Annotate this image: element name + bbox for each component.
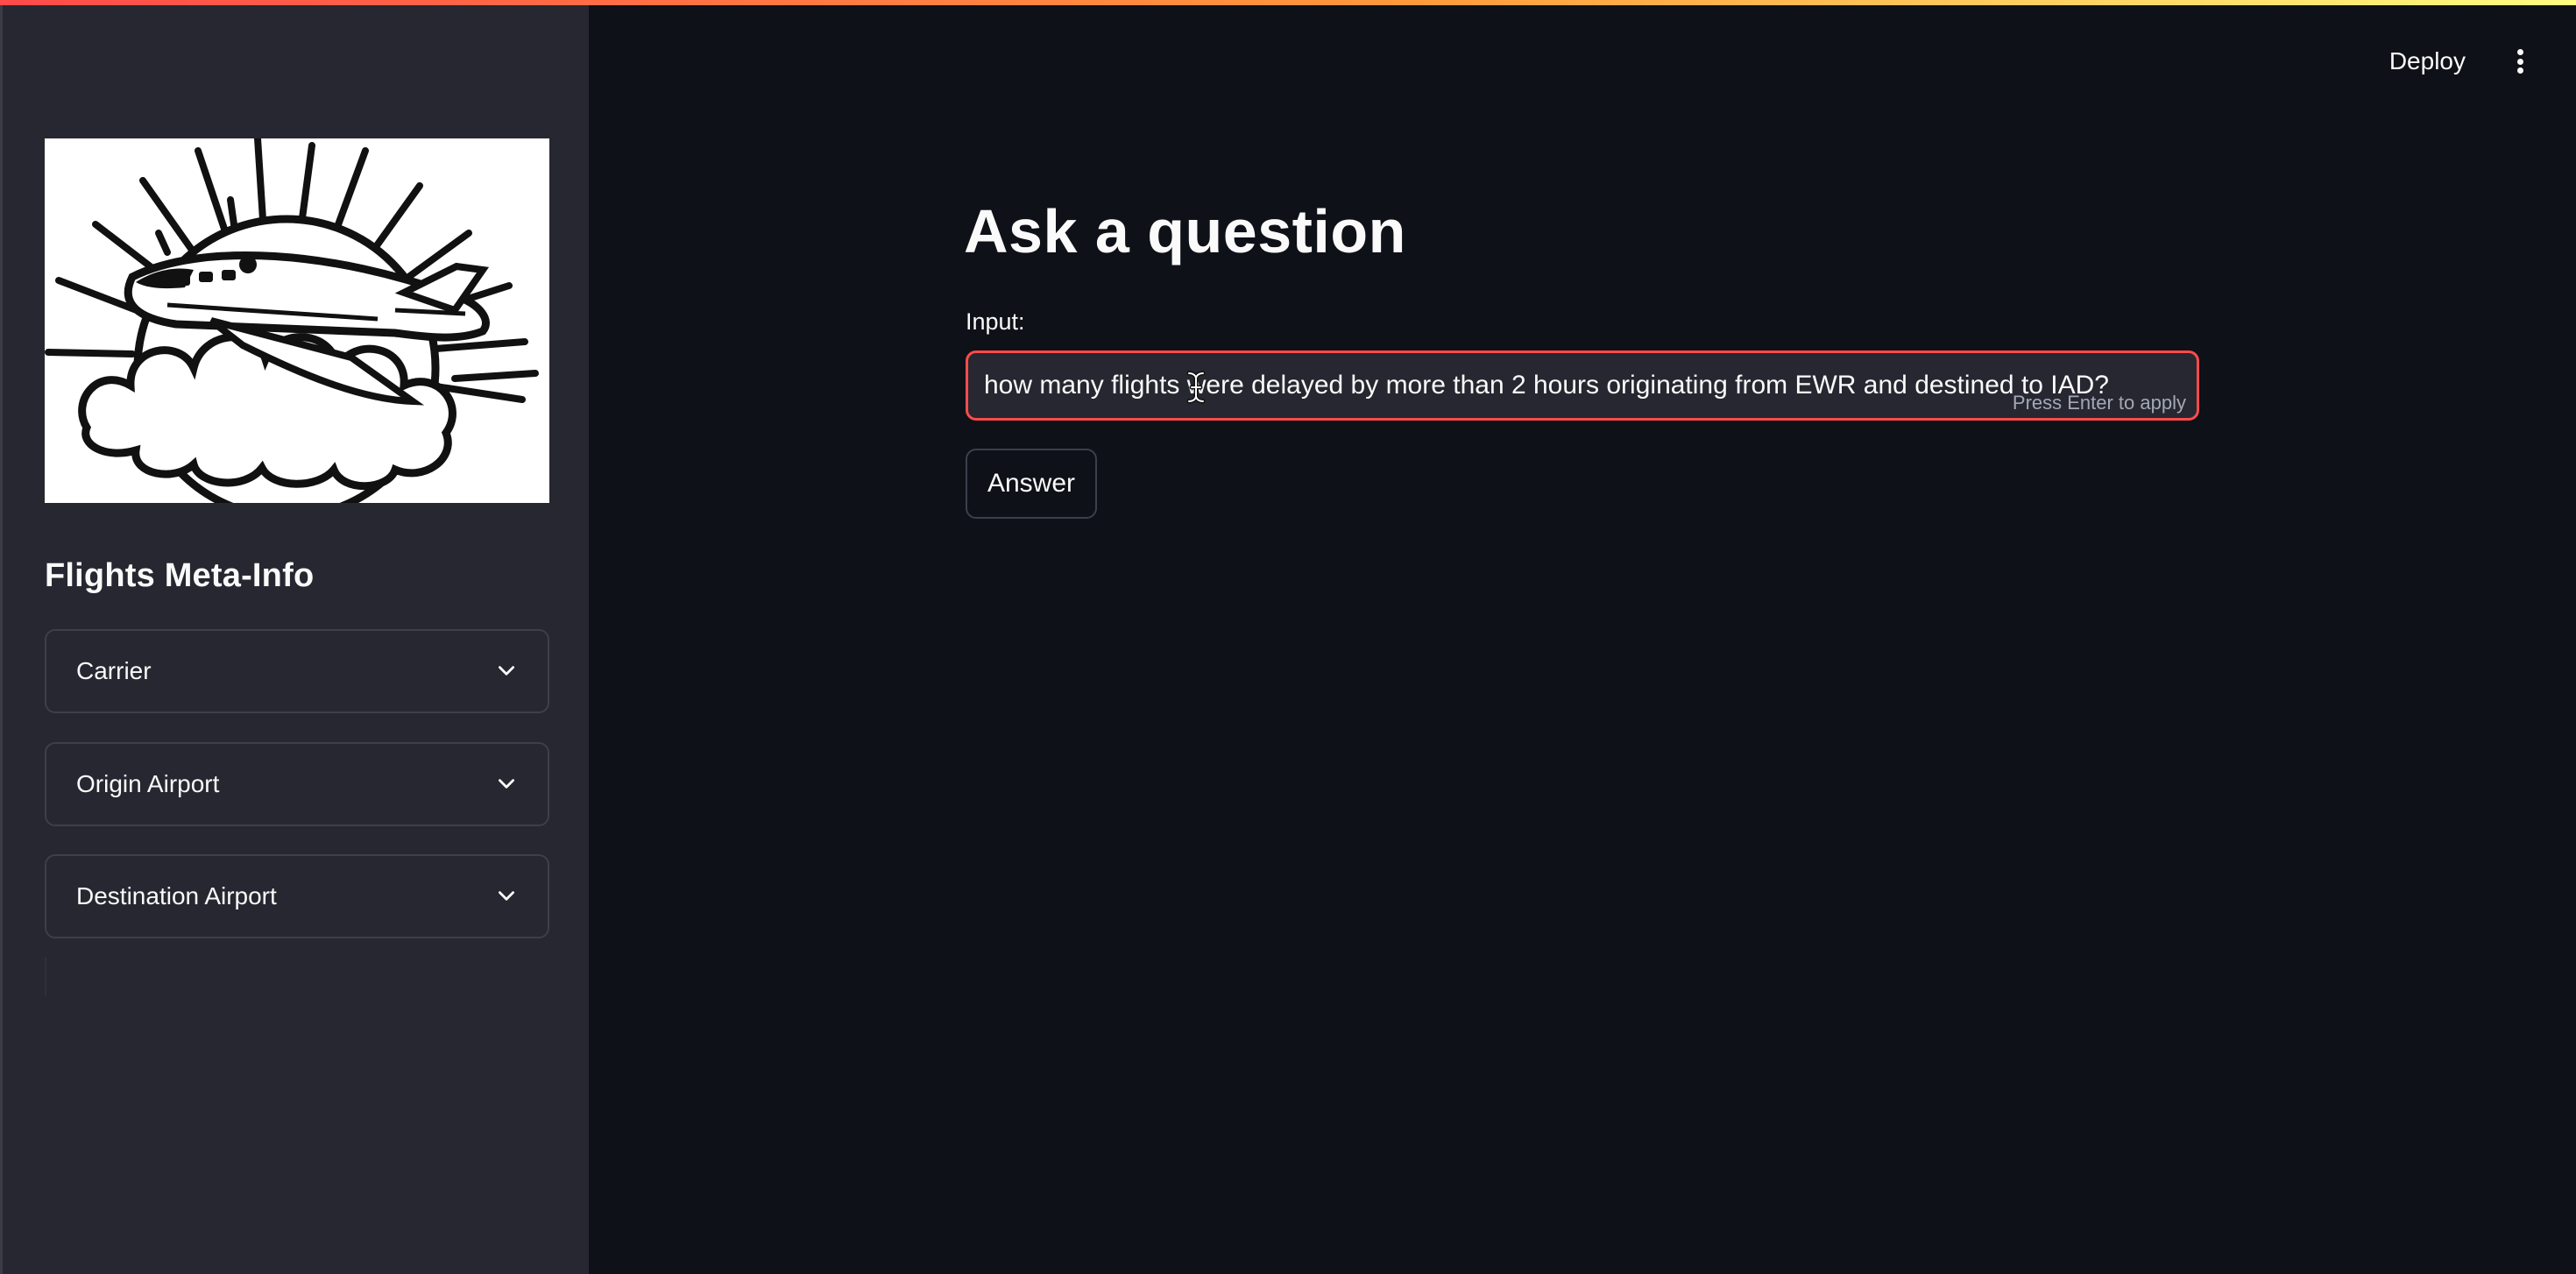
deploy-button[interactable]: Deploy: [2389, 47, 2466, 75]
chevron-down-icon: [499, 666, 514, 676]
text-cursor-icon: [1186, 371, 1206, 404]
input-label: Input:: [966, 308, 1025, 335]
top-decoration-bar: [0, 0, 2576, 5]
answer-button[interactable]: Answer: [966, 449, 1097, 519]
sidebar-divider: [45, 957, 46, 995]
expander-label-origin-airport: Origin Airport: [76, 770, 220, 797]
chevron-down-icon: [499, 779, 514, 789]
expander-carrier[interactable]: Carrier: [45, 629, 549, 713]
question-input-container: Press Enter to apply: [966, 350, 2199, 421]
expander-label-destination-airport: Destination Airport: [76, 882, 277, 909]
sidebar: Flights Meta-Info Carrier Origin Airport…: [0, 0, 589, 1274]
sidebar-title: Flights Meta-Info: [45, 557, 315, 594]
header-actions: Deploy: [2389, 44, 2529, 79]
menu-dot: [2516, 49, 2523, 55]
expander-destination-airport[interactable]: Destination Airport: [45, 854, 549, 938]
menu-dot: [2516, 67, 2523, 74]
airplane-logo: [45, 138, 549, 503]
vertical-dots-icon[interactable]: [2511, 44, 2529, 79]
chevron-down-icon: [499, 891, 514, 901]
question-input[interactable]: [968, 353, 2197, 418]
expander-origin-airport[interactable]: Origin Airport: [45, 742, 549, 826]
page-title: Ask a question: [964, 197, 1406, 265]
streamlit-app: Flights Meta-Info Carrier Origin Airport…: [0, 0, 2576, 1274]
expander-label-carrier: Carrier: [76, 657, 152, 684]
menu-dot: [2516, 58, 2523, 65]
